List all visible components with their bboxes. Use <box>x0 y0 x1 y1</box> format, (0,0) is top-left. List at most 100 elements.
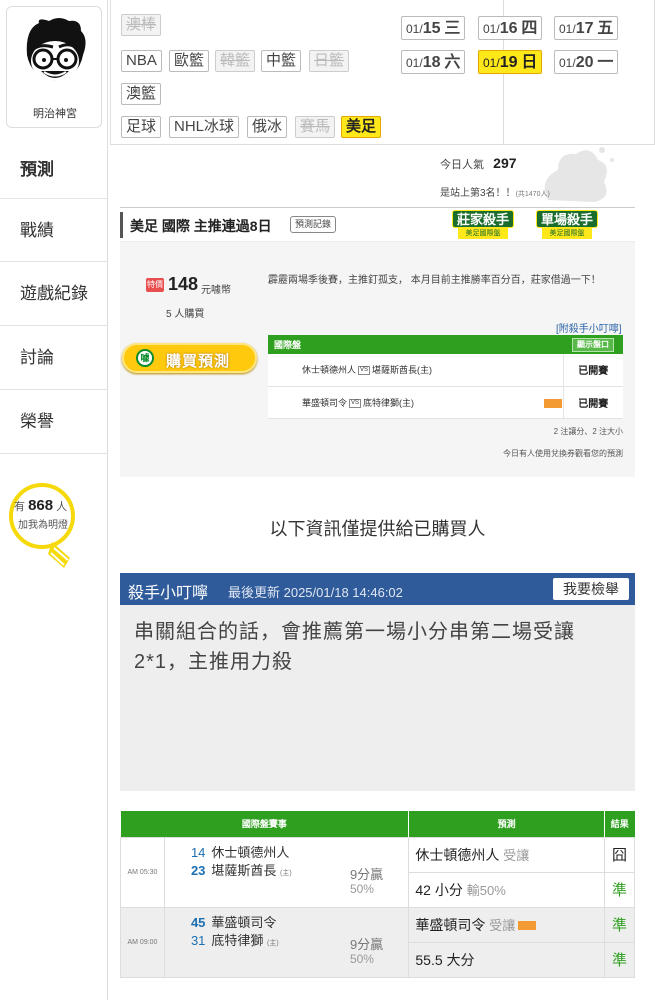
result: 囧 <box>604 836 635 873</box>
buy-button-label: 購買預測 <box>166 353 231 370</box>
games-header-matchup: 國際盤賽事 <box>120 811 410 837</box>
sidebar-item-prediction[interactable]: 預測 <box>0 138 108 202</box>
home-team: 23 堪薩斯酋長 (主) <box>190 862 292 878</box>
matchup: 休士頓德州人 VS 堪薩斯酋長(主) <box>268 354 563 387</box>
result: 準 <box>604 941 635 978</box>
table-row: AM 05:30 14 休士頓德州人 23 堪薩斯酋長 (主) 9分贏 50% 休士… <box>120 836 635 908</box>
sidebar-item-label: 預測 <box>20 160 54 179</box>
tip-body: 串關組合的話，會推薦第一場小分串第二場受讓2*1，主推用力殺 <box>134 621 575 673</box>
tip-updated: 最後更新 2025/01/18 14:46:02 <box>228 585 403 600</box>
tip-header: 殺手小叮嚀 最後更新 2025/01/18 14:46:02 我要檢舉 <box>120 573 635 605</box>
sport-tag-soccer[interactable]: 足球 <box>121 116 162 138</box>
sidebar-item-label: 討論 <box>20 348 54 367</box>
avatar-card[interactable]: 明治神宮 <box>6 6 102 128</box>
sidebar-item-discussion[interactable]: 討論 <box>0 326 108 390</box>
matchup: 14 休士頓德州人 23 堪薩斯酋長 (主) 9分贏 50% <box>163 836 410 908</box>
sidebar-item-record[interactable]: 戰績 <box>0 198 108 262</box>
show-odds-cell: 顯示盤口 <box>563 335 623 354</box>
sport-tag-nhl[interactable]: NHL冰球 <box>169 116 240 138</box>
bulb-count: 有 868 人 <box>14 497 68 514</box>
prediction-pick: 休士頓德州人 受讓 <box>408 836 605 873</box>
prediction-description: 霹靂兩場季後賽，主推釘孤支， 本月目前主推勝率百分百，莊家借過一下！ <box>268 275 601 286</box>
report-button[interactable]: 我要檢舉 <box>553 578 629 600</box>
show-odds-button[interactable]: 顯示盤口 <box>572 337 614 352</box>
popularity: 今日人氣 297 <box>440 155 517 171</box>
game-time: AM 09:00 <box>120 906 165 978</box>
single-killer-badge: 單場殺手 美足國際盤 <box>532 210 602 239</box>
vs-icon: VS <box>358 366 371 376</box>
avatar <box>26 18 86 81</box>
table-row: 華盛頓司令 VS 底特律獅(主) 已開賽 <box>268 386 623 419</box>
date-0118[interactable]: 01/18 六 <box>401 50 466 74</box>
price: 148 <box>168 274 199 294</box>
table-row: AM 09:00 45 華盛頓司令 31 底特律獅 (主) 9分贏 50% 華盛頓司… <box>120 906 635 978</box>
buy-prediction-button[interactable]: 噱 購買預測 <box>122 343 257 373</box>
banker-killer-badge: 莊家殺手 美足國際盤 <box>448 210 518 239</box>
sidebar-item-game-log[interactable]: 遊戲紀錄 <box>0 262 108 326</box>
record-button[interactable]: 預測記錄 <box>290 216 337 233</box>
result: 準 <box>604 906 635 943</box>
coin-icon: 噱 <box>136 349 154 367</box>
sport-tag-kr-basketball[interactable]: 韓籃 <box>215 50 256 72</box>
sport-tag-american-football[interactable]: 美足 <box>341 116 382 138</box>
sidebar-item-label: 戰績 <box>20 221 54 240</box>
prediction-card: 美足 國際 主推連過8日 預測記錄 莊家殺手 美足國際盤 單場殺手 美足國際盤 … <box>120 207 635 477</box>
sidebar-divider <box>107 0 108 1000</box>
games-header-prediction: 預測 <box>408 811 605 837</box>
sport-tag-au-baseball[interactable]: 澳棒 <box>121 14 162 36</box>
spread-pct: 50% <box>349 951 374 966</box>
sport-tag-nba[interactable]: NBA <box>121 50 162 72</box>
voucher-note: 今日有人使用兌換券觀看您的預測 <box>503 449 623 458</box>
price-unit: 元噱幣 <box>201 285 231 296</box>
prediction-games-table: 國際盤 顯示盤口 休士頓德州人 VS 堪薩斯酋長(主) 已開賽 華盛頓司令 VS 底特律… <box>268 335 623 419</box>
prediction-pick: 55.5 大分 <box>408 941 605 978</box>
sidebar-item-label: 遊戲紀錄 <box>20 284 88 303</box>
header-bar <box>120 212 123 238</box>
game-status: 已開賽 <box>562 386 623 419</box>
tip-title: 殺手小叮嚀 <box>128 585 209 602</box>
splash-decoration-icon <box>544 147 614 202</box>
date-0119[interactable]: 01/19 日 <box>478 50 543 74</box>
rank: 是站上第3名！！(共1470人) <box>440 188 550 199</box>
spread-pct: 50% <box>349 881 374 896</box>
sidebar: 明治神宮 預測 戰績 遊戲紀錄 討論 榮譽 有 868 人 加我為明燈 <box>0 0 108 1000</box>
away-team: 14 休士頓德州人 <box>190 844 290 860</box>
sale-icon: 特價 <box>146 278 164 292</box>
sport-tag-ru-hockey[interactable]: 俄冰 <box>247 116 288 138</box>
table-row: 休士頓德州人 VS 堪薩斯酋長(主) 已開賽 <box>268 354 623 387</box>
game-time: AM 05:30 <box>120 836 165 908</box>
prediction-pick: 42 小分 輸50% <box>408 871 605 908</box>
spread-win: 9分贏 <box>349 936 384 952</box>
sport-tag-cn-basketball[interactable]: 中籃 <box>261 50 302 72</box>
games-header-result: 結果 <box>604 811 635 837</box>
game-status: 已開賽 <box>562 354 623 387</box>
tag-icon <box>518 921 537 931</box>
matchup: 45 華盛頓司令 31 底特律獅 (主) 9分贏 50% <box>163 906 410 978</box>
home-team: 31 底特律獅 (主) <box>190 932 279 948</box>
table-header: 國際盤 <box>268 335 563 354</box>
bet-count-note: 2 注讓分、2 注大小 <box>553 427 623 436</box>
date-0120[interactable]: 01/20 一 <box>554 50 619 74</box>
sidebar-item-honor[interactable]: 榮譽 <box>0 390 108 454</box>
filter-panel: 澳棒 NBA 歐籃 韓籃 中籃 日籃 澳籃 足球 NHL冰球 俄冰 賽馬 美足 … <box>110 0 655 145</box>
tag-icon <box>544 398 563 408</box>
spread-win: 9分贏 <box>349 866 384 882</box>
date-0115[interactable]: 01/15 三 <box>401 16 466 40</box>
prediction-pick: 華盛頓司令 受讓 <box>408 906 605 943</box>
matchup: 華盛頓司令 VS 底特律獅(主) <box>268 386 563 419</box>
username: 明治神宮 <box>33 108 77 120</box>
date-0117[interactable]: 01/17 五 <box>554 16 619 40</box>
sport-tag-eu-basketball[interactable]: 歐籃 <box>169 50 210 72</box>
bulb-cta[interactable]: 加我為明燈 <box>18 516 68 531</box>
sport-tag-jp-basketball[interactable]: 日籃 <box>309 50 350 72</box>
games-table: 國際盤賽事 預測 結果 AM 05:30 14 休士頓德州人 23 堪薩斯酋長 (主… <box>120 811 635 978</box>
vs-icon: VS <box>349 398 362 408</box>
sport-tag-au-basketball[interactable]: 澳籃 <box>121 83 162 105</box>
buyer-count: 5 人購買 <box>166 309 205 320</box>
killer-tip-link[interactable]: [附殺手小叮嚀] <box>556 320 622 335</box>
card-title: 美足 國際 主推連過8日 <box>130 218 272 234</box>
killer-tip-panel: 殺手小叮嚀 最後更新 2025/01/18 14:46:02 我要檢舉 串關組合… <box>120 573 635 791</box>
sport-tag-horse-racing[interactable]: 賽馬 <box>295 116 336 138</box>
date-0116[interactable]: 01/16 四 <box>478 16 543 40</box>
card-header: 美足 國際 主推連過8日 預測記錄 莊家殺手 美足國際盤 單場殺手 美足國際盤 <box>120 208 635 242</box>
